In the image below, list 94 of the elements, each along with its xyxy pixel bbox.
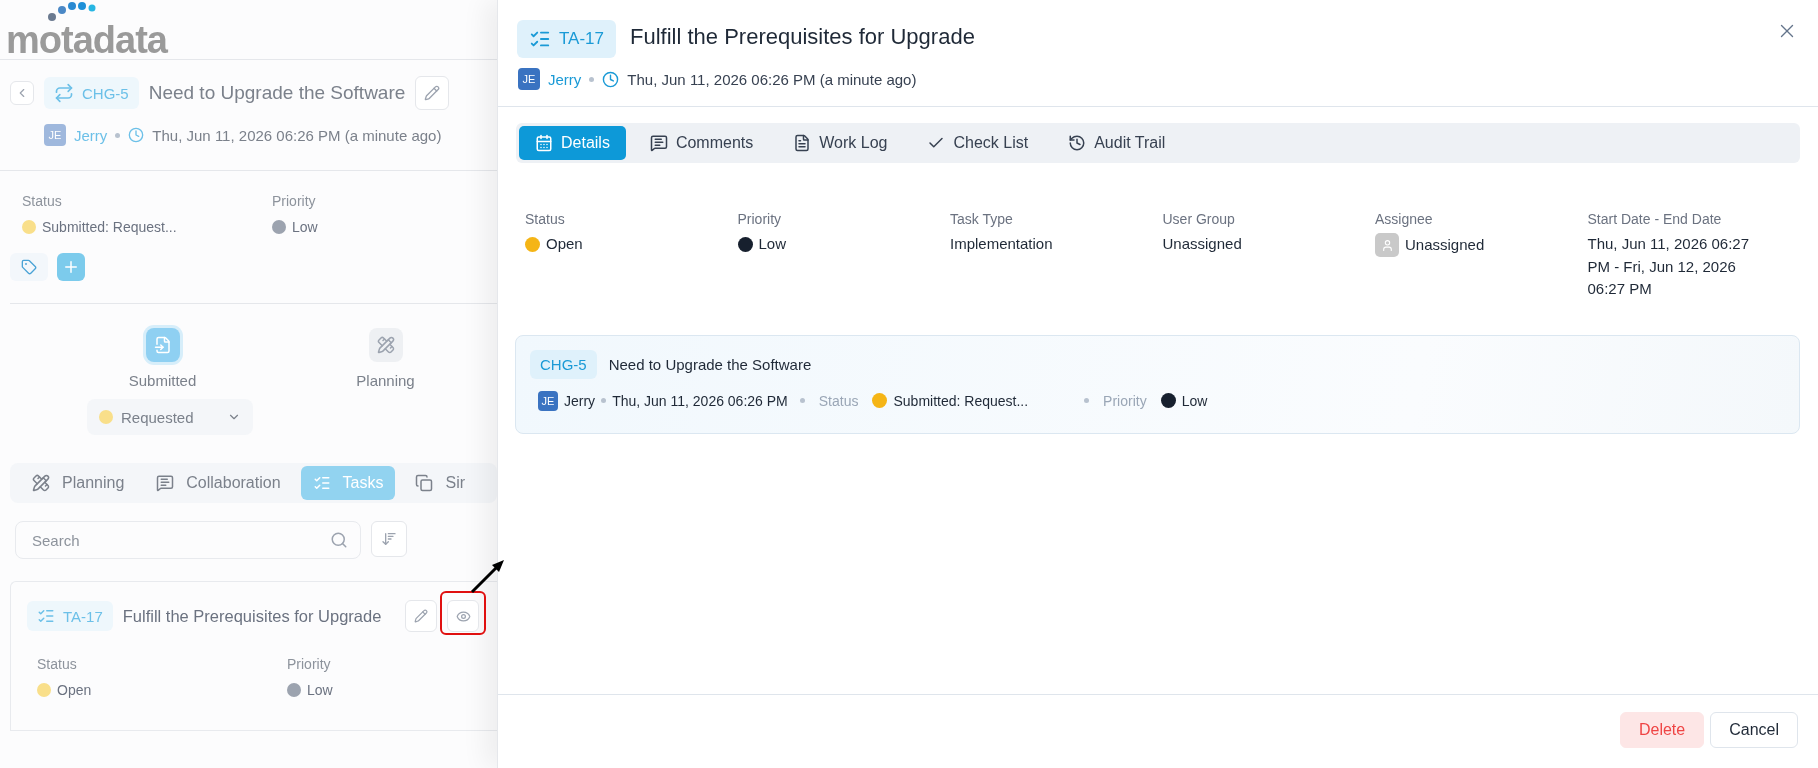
search-input[interactable]: Search: [30, 530, 330, 550]
user-avatar: JE: [44, 124, 66, 146]
edit-button[interactable]: [405, 600, 438, 632]
field-label: Priority: [737, 211, 783, 227]
field-label: Start Date - End Date: [1587, 211, 1723, 227]
tab[interactable]: Comments: [633, 126, 770, 160]
checklist-icon: [312, 474, 331, 492]
author-name[interactable]: Jerry: [74, 126, 108, 144]
pencil-icon: [414, 609, 429, 623]
task-title: Fulfill the Prerequisites for Upgrade: [630, 24, 975, 50]
field-label: Task Type: [950, 211, 1014, 227]
tab[interactable]: Collaboration: [144, 466, 293, 500]
cancel-button[interactable]: Cancel: [1710, 712, 1798, 748]
step-label: Planning: [356, 372, 415, 389]
field-value: Thu, Jun 11, 2026 06:27 PM - Fri, Jun 12, 2026 06:27 PM: [1587, 234, 1750, 299]
task-id: TA-17: [559, 29, 605, 49]
tab[interactable]: Sir: [403, 466, 478, 500]
checklist-icon: [37, 607, 55, 625]
pencil-icon: [424, 85, 441, 101]
task-id: TA-17: [63, 607, 103, 625]
file-arrow-icon: [153, 336, 172, 354]
created-time: Thu, Jun 11, 2026 06:26 PM: [612, 392, 788, 409]
field-value: Unassigned: [1162, 234, 1242, 254]
clock-icon: [128, 127, 145, 143]
field-value: Submitted: Request...: [893, 392, 1029, 409]
field-value: Open: [546, 234, 583, 254]
document-icon: [793, 134, 812, 152]
separator-dot: [589, 76, 595, 82]
created-time: Thu, Jun 11, 2026 06:26 PM (a minute ago): [152, 126, 442, 144]
person-icon: [1380, 238, 1394, 252]
task-title: Fulfill the Prerequisites for Upgrade: [122, 606, 382, 626]
field-label: Priority: [1103, 392, 1147, 409]
delete-button[interactable]: Delete: [1619, 712, 1705, 748]
step-button[interactable]: [145, 328, 180, 362]
tab[interactable]: Audit Trail: [1052, 126, 1182, 160]
field-label: Status: [525, 211, 566, 227]
repeat-icon: [54, 83, 74, 103]
calendar-icon: [535, 134, 553, 152]
add-button[interactable]: [57, 253, 85, 281]
tab[interactable]: Work Log: [777, 126, 904, 160]
field-label: Status: [37, 656, 78, 672]
field-label: Priority: [287, 656, 332, 672]
eye-icon: [455, 608, 471, 624]
author-name[interactable]: Jerry: [548, 70, 582, 88]
tag-icon: [21, 259, 37, 275]
search-field[interactable]: Search: [15, 521, 361, 559]
history-icon: [1068, 134, 1087, 152]
ruler-pencil-icon: [32, 474, 50, 492]
request-title: Need to Upgrade the Software: [608, 355, 812, 373]
tab[interactable]: Details: [519, 126, 626, 160]
field-label: User Group: [1162, 211, 1236, 227]
step-button[interactable]: [368, 328, 403, 362]
view-button[interactable]: [447, 600, 480, 632]
ruler-pencil-icon: [376, 336, 395, 354]
separator-dot: [799, 398, 805, 403]
stage-dropdown[interactable]: Requested: [87, 399, 253, 435]
request-title: Need to Upgrade the Software: [148, 82, 406, 104]
back-button[interactable]: [10, 81, 34, 105]
field-label: Assignee: [1375, 211, 1434, 227]
tab[interactable]: Planning: [20, 466, 137, 500]
field-label: Status: [22, 193, 63, 209]
tag-button[interactable]: [10, 253, 48, 281]
separator-dot: [1084, 398, 1090, 403]
plus-icon: [62, 258, 80, 276]
field-value: Low: [1181, 392, 1208, 409]
created-time: Thu, Jun 11, 2026 06:26 PM (a minute ago): [627, 70, 917, 88]
pointer-arrow: [470, 560, 504, 594]
user-avatar: JE: [538, 390, 558, 411]
field-value: Low: [292, 219, 318, 235]
edit-button[interactable]: [415, 76, 450, 110]
clock-icon: [602, 70, 620, 88]
change-id: CHG-5: [82, 84, 129, 102]
field-value: Unassigned: [1405, 234, 1485, 255]
field-label: Priority: [272, 193, 317, 209]
field-value: Low: [758, 234, 787, 254]
field-label: Status: [818, 392, 859, 409]
comment-icon: [649, 134, 668, 152]
change-id-badge: CHG-5: [530, 349, 597, 379]
comment-icon: [156, 474, 175, 492]
search-icon: [330, 531, 348, 549]
author-name: Jerry: [564, 392, 596, 409]
logo: motadata: [6, 1, 167, 59]
field-value: Implementation: [950, 234, 1053, 254]
highlight-frame: [440, 591, 486, 635]
step-label: Submitted: [128, 372, 197, 389]
field-value: Low: [307, 682, 333, 698]
user-avatar: JE: [518, 68, 540, 90]
field-value: Open: [57, 682, 92, 698]
separator-dot: [601, 398, 607, 403]
separator-dot: [115, 132, 121, 138]
tab[interactable]: Check List: [911, 126, 1045, 160]
copy-icon: [415, 474, 434, 492]
sort-button[interactable]: [371, 521, 407, 557]
sort-icon: [381, 531, 397, 547]
